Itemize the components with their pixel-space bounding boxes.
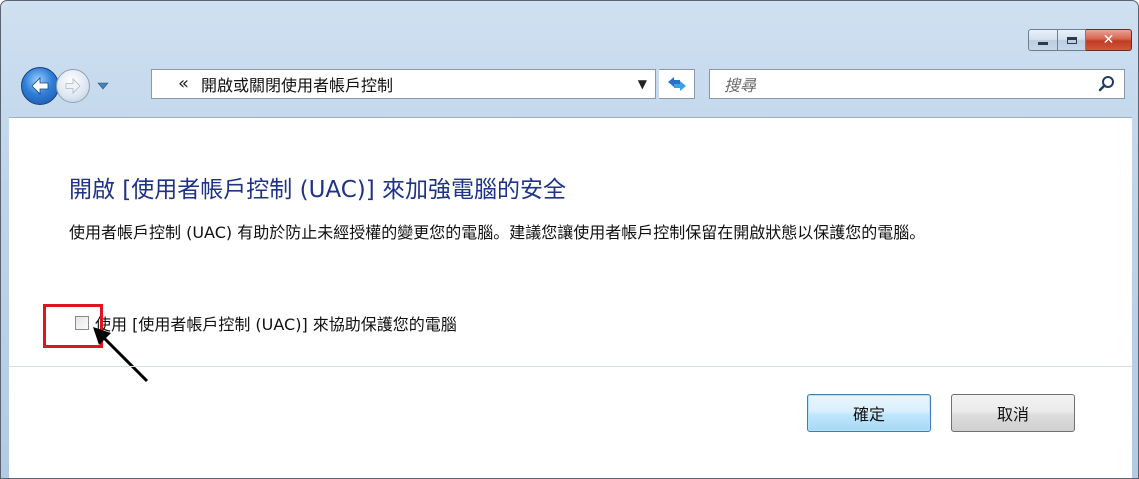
minimize-button[interactable] — [1028, 29, 1058, 51]
caption-buttons: ✕ — [1028, 29, 1132, 51]
close-button[interactable]: ✕ — [1086, 29, 1132, 51]
forward-button[interactable] — [56, 69, 90, 103]
minimize-icon — [1038, 41, 1048, 45]
maximize-icon — [1066, 36, 1077, 44]
refresh-button[interactable] — [659, 69, 695, 99]
breadcrumb-current[interactable]: 開啟或關閉使用者帳戶控制 — [201, 72, 393, 96]
forward-arrow-icon — [65, 78, 81, 94]
page-title: 開啟 [使用者帳戶控制 (UAC)] 來加強電腦的安全 — [69, 177, 567, 203]
search-icon[interactable] — [1098, 75, 1116, 93]
ok-button[interactable]: 確定 — [807, 394, 931, 432]
close-icon: ✕ — [1102, 32, 1115, 48]
cancel-button[interactable]: 取消 — [951, 394, 1075, 432]
control-panel-window: ✕ « 開啟或關閉使用者帳戶控制 ▼ 搜尋 開啟 [使用者帳戶控制 (UAC)]… — [0, 0, 1139, 479]
dialog-footer: 確定 取消 — [9, 366, 1132, 478]
breadcrumb-overflow-icon[interactable]: « — [178, 75, 189, 93]
address-bar[interactable]: « 開啟或關閉使用者帳戶控制 ▼ — [151, 69, 656, 99]
back-button[interactable] — [21, 67, 59, 105]
navigation-bar: « 開啟或關閉使用者帳戶控制 ▼ 搜尋 — [1, 59, 1138, 111]
search-placeholder: 搜尋 — [724, 76, 757, 95]
chevron-down-icon — [97, 82, 109, 90]
refresh-icon — [667, 77, 686, 91]
address-dropdown-icon[interactable]: ▼ — [638, 77, 647, 91]
recent-pages-dropdown[interactable] — [96, 79, 110, 93]
content-pane: 開啟 [使用者帳戶控制 (UAC)] 來加強電腦的安全 使用者帳戶控制 (UAC… — [9, 117, 1132, 478]
description-text: 使用者帳戶控制 (UAC) 有助於防止未經授權的變更您的電腦。建議您讓使用者帳戶… — [69, 223, 926, 242]
back-arrow-icon — [31, 77, 49, 95]
search-input[interactable]: 搜尋 — [709, 69, 1125, 99]
maximize-button[interactable] — [1058, 29, 1086, 51]
